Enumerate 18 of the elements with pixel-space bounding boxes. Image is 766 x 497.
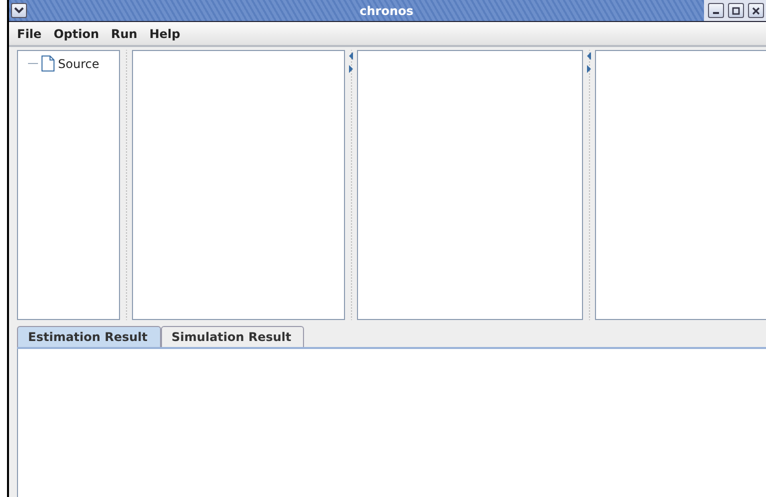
menu-item[interactable]: Run [105, 26, 144, 40]
expand-arrows-icon [586, 52, 592, 74]
tree-item[interactable]: Source [58, 56, 100, 70]
minimize-button[interactable] [708, 3, 724, 18]
chevron-down-icon [14, 7, 24, 14]
window-menu-button[interactable] [11, 3, 27, 18]
menu-item[interactable]: Help [143, 26, 186, 40]
document-icon [41, 55, 55, 72]
maximize-icon [732, 6, 740, 14]
menu-item[interactable]: Option [48, 26, 105, 40]
tab[interactable]: Simulation Result [160, 326, 304, 347]
maximize-button[interactable] [728, 3, 744, 18]
close-button[interactable] [748, 3, 764, 18]
window-title: chronos [358, 4, 414, 18]
menu-item[interactable]: File [11, 26, 48, 40]
expand-arrows-icon [348, 52, 354, 74]
tab[interactable]: Estimation Result [17, 326, 161, 347]
close-icon [752, 6, 760, 14]
